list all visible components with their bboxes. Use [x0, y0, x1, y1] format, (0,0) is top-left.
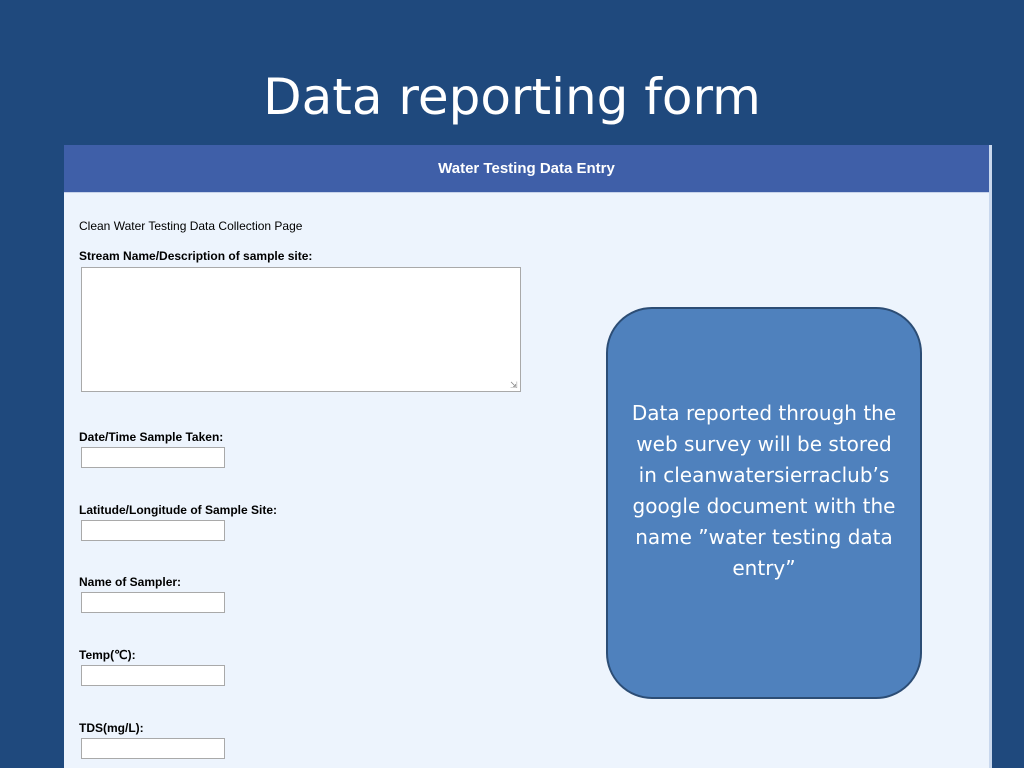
lat-long-input[interactable] — [81, 520, 225, 541]
resize-grip-icon[interactable]: ⇲ — [510, 381, 518, 390]
temp-input[interactable] — [81, 665, 225, 686]
sampler-label: Name of Sampler: — [79, 575, 182, 589]
tds-input[interactable] — [81, 738, 225, 759]
temp-label: Temp(℃): — [79, 648, 136, 662]
stream-name-textarea[interactable]: ⇲ — [81, 267, 521, 392]
lat-long-label: Latitude/Longitude of Sample Site: — [79, 503, 277, 517]
sampler-input[interactable] — [81, 592, 225, 613]
stream-name-label: Stream Name/Description of sample site: — [79, 249, 313, 263]
tds-label: TDS(mg/L): — [79, 721, 144, 735]
callout-box: Data reported through the web survey wil… — [606, 307, 922, 699]
form-intro-text: Clean Water Testing Data Collection Page — [79, 219, 303, 233]
date-time-label: Date/Time Sample Taken: — [79, 430, 224, 444]
form-header: Water Testing Data Entry — [64, 145, 989, 193]
slide-title: Data reporting form — [263, 68, 761, 126]
date-time-input[interactable] — [81, 447, 225, 468]
callout-text: Data reported through the web survey wil… — [631, 401, 897, 580]
